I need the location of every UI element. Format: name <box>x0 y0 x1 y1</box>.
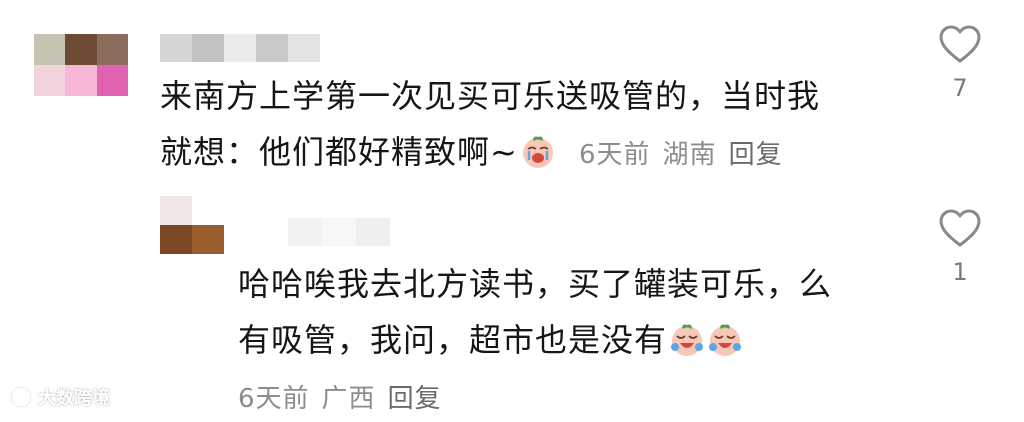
reply-text: 哈哈唉我去北方读书，买了罐装可乐，么 有吸管，我问，超市也是没有 <box>238 262 832 362</box>
reply-text-line-2: 有吸管，我问，超市也是没有 <box>238 321 668 359</box>
comment-location: 湖南 <box>662 140 717 170</box>
reply-reply-button[interactable]: 回复 <box>388 384 442 414</box>
avatar-pixel <box>96 34 128 65</box>
reply-meta: 6天前 广西 回复 <box>238 378 442 415</box>
avatar-pixel <box>65 65 97 96</box>
heart-icon <box>939 25 981 63</box>
reply-username-redacted[interactable] <box>288 218 390 246</box>
watermark-logo-icon <box>9 385 33 409</box>
username-redacted[interactable] <box>160 34 320 62</box>
reply-avatar[interactable] <box>160 196 224 254</box>
comment-text: 来南方上学第一次见买可乐送吸管的，当时我 就想：他们都好精致啊~ 6天前 湖南 回复 <box>160 74 820 177</box>
reply-location: 广西 <box>321 384 376 414</box>
comment-meta: 6天前 湖南 回复 <box>579 140 783 170</box>
avatar-pixel <box>65 34 97 65</box>
reply-button[interactable]: 回复 <box>729 140 783 170</box>
reply-text-line: 有吸管，我问，超市也是没有 <box>238 318 832 362</box>
laugh-cry-emoji <box>671 324 704 356</box>
laugh-cry-emoji <box>709 324 742 356</box>
comment-text-line-2: 就想：他们都好精致啊~ <box>160 133 518 171</box>
watermark-text: 大数跨境 <box>38 388 110 409</box>
like-button[interactable]: 7 <box>937 24 983 102</box>
avatar-pixel <box>34 65 66 96</box>
avatar-pixel <box>96 65 128 96</box>
reply-text-line: 哈哈唉我去北方读书，买了罐装可乐，么 <box>238 265 833 303</box>
comment-text-line: 来南方上学第一次见买可乐送吸管的，当时我 <box>160 77 821 115</box>
avatar-pixel <box>160 196 192 225</box>
reply-time: 6天前 <box>238 384 310 414</box>
like-count: 7 <box>952 74 968 102</box>
heart-icon <box>939 209 981 247</box>
crying-face-emoji <box>522 136 553 168</box>
avatar-pixel <box>192 196 224 225</box>
avatar-pixel <box>192 225 224 254</box>
comment-time: 6天前 <box>579 140 651 170</box>
comment-text-line: 就想：他们都好精致啊~ 6天前 湖南 回复 <box>160 130 820 177</box>
watermark: 大数跨境 <box>8 384 110 410</box>
reply-like-count: 1 <box>952 258 968 286</box>
avatar[interactable] <box>34 34 128 96</box>
reply-like-button[interactable]: 1 <box>937 208 983 286</box>
avatar-pixel <box>34 34 66 65</box>
avatar-pixel <box>160 225 192 254</box>
